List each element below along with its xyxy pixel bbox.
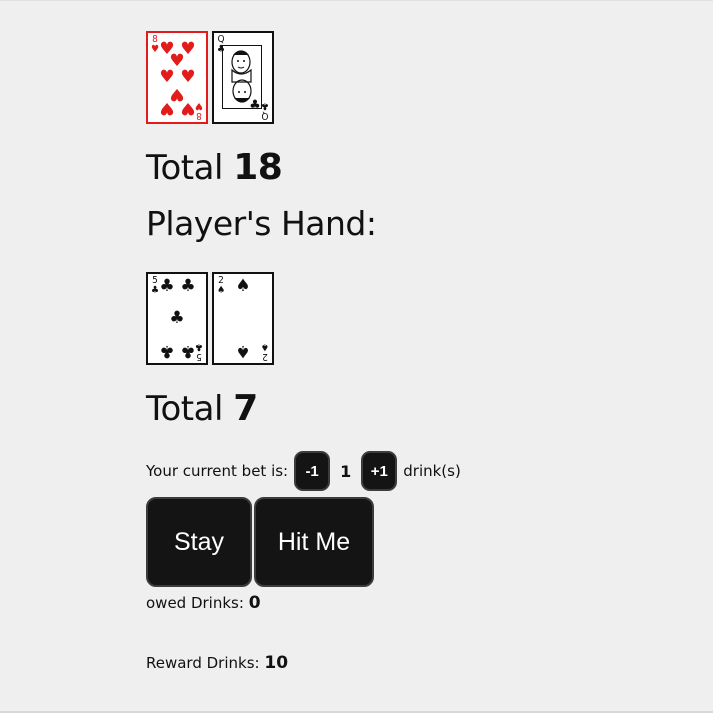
bet-unit-label: drink(s): [403, 462, 461, 480]
card-corner-bottom: 8 ♥: [194, 100, 204, 121]
reward-drinks: Reward Drinks: 10: [146, 653, 686, 673]
dealer-total-label: Total: [146, 148, 223, 188]
card-eight-of-hearts: 8 ♥ ♥ ♥ ♥ ♥ ♥ ♥ ♥ ♥ 8 ♥: [146, 31, 208, 124]
owed-drinks: owed Drinks: 0: [146, 593, 686, 613]
card-two-of-spades: 2 ♠ ♠ ♠ 2 ♠: [212, 272, 274, 365]
heart-pip-icon: ♥: [159, 98, 175, 118]
player-total: Total 7: [146, 388, 686, 430]
card-five-of-clubs: 5 ♣ ♣ ♣ ♣ ♣ ♣ 5 ♣: [146, 272, 208, 365]
reward-drinks-value: 10: [264, 653, 289, 673]
blackjack-table: 8 ♥ ♥ ♥ ♥ ♥ ♥ ♥ ♥ ♥ 8 ♥ Q ♣ ♣ Q ♣ Total …: [146, 31, 686, 673]
card-corner-bottom: 5 ♣: [194, 341, 204, 362]
card-rank: Q: [261, 110, 269, 121]
player-hand: 5 ♣ ♣ ♣ ♣ ♣ ♣ 5 ♣ 2 ♠ ♠ ♠ 2 ♠: [146, 272, 686, 365]
card-corner-bottom: 2 ♠: [260, 341, 270, 362]
card-suit: ♣: [260, 100, 270, 111]
card-rank: 5: [196, 351, 202, 362]
decrease-bet-button[interactable]: -1: [294, 451, 331, 491]
card-queen-of-clubs: Q ♣ ♣ Q ♣: [212, 31, 274, 124]
card-corner-top: 2 ♠: [216, 276, 226, 296]
card-suit: ♥: [194, 100, 204, 111]
player-total-value: 7: [233, 388, 258, 429]
increase-bet-button[interactable]: +1: [361, 451, 398, 491]
bet-controls: Your current bet is: -1 1 +1 drink(s): [146, 451, 686, 491]
bet-value: 1: [340, 461, 352, 481]
reward-drinks-label: Reward Drinks:: [146, 654, 260, 672]
card-suit: ♣: [194, 341, 204, 352]
dealer-total: Total 18: [146, 147, 686, 189]
owed-drinks-label: owed Drinks:: [146, 594, 244, 612]
club-pip-icon: ♣: [159, 341, 175, 361]
club-pip-icon: ♣: [159, 276, 175, 296]
card-suit: ♠: [260, 341, 270, 352]
player-total-label: Total: [146, 389, 223, 429]
owed-drinks-value: 0: [248, 593, 261, 613]
spade-pip-icon: ♠: [235, 341, 251, 361]
card-suit: ♠: [216, 285, 226, 296]
stay-button[interactable]: Stay: [146, 497, 252, 587]
club-pip-icon: ♣: [180, 276, 196, 296]
bet-prefix-label: Your current bet is:: [146, 462, 289, 480]
card-rank: 2: [262, 351, 268, 362]
game-page: 8 ♥ ♥ ♥ ♥ ♥ ♥ ♥ ♥ ♥ 8 ♥ Q ♣ ♣ Q ♣ Total …: [0, 0, 713, 713]
dealer-hand: 8 ♥ ♥ ♥ ♥ ♥ ♥ ♥ ♥ ♥ 8 ♥ Q ♣ ♣ Q ♣: [146, 31, 686, 124]
dealer-total-value: 18: [233, 147, 283, 188]
club-pip-icon: ♣: [169, 308, 185, 328]
spade-pip-icon: ♠: [235, 276, 251, 296]
card-rank: 8: [196, 110, 202, 121]
player-hand-heading: Player's Hand:: [146, 204, 377, 243]
card-corner-bottom: Q ♣: [260, 100, 270, 121]
action-buttons: Stay Hit Me: [146, 497, 686, 587]
hit-me-button[interactable]: Hit Me: [254, 497, 374, 587]
